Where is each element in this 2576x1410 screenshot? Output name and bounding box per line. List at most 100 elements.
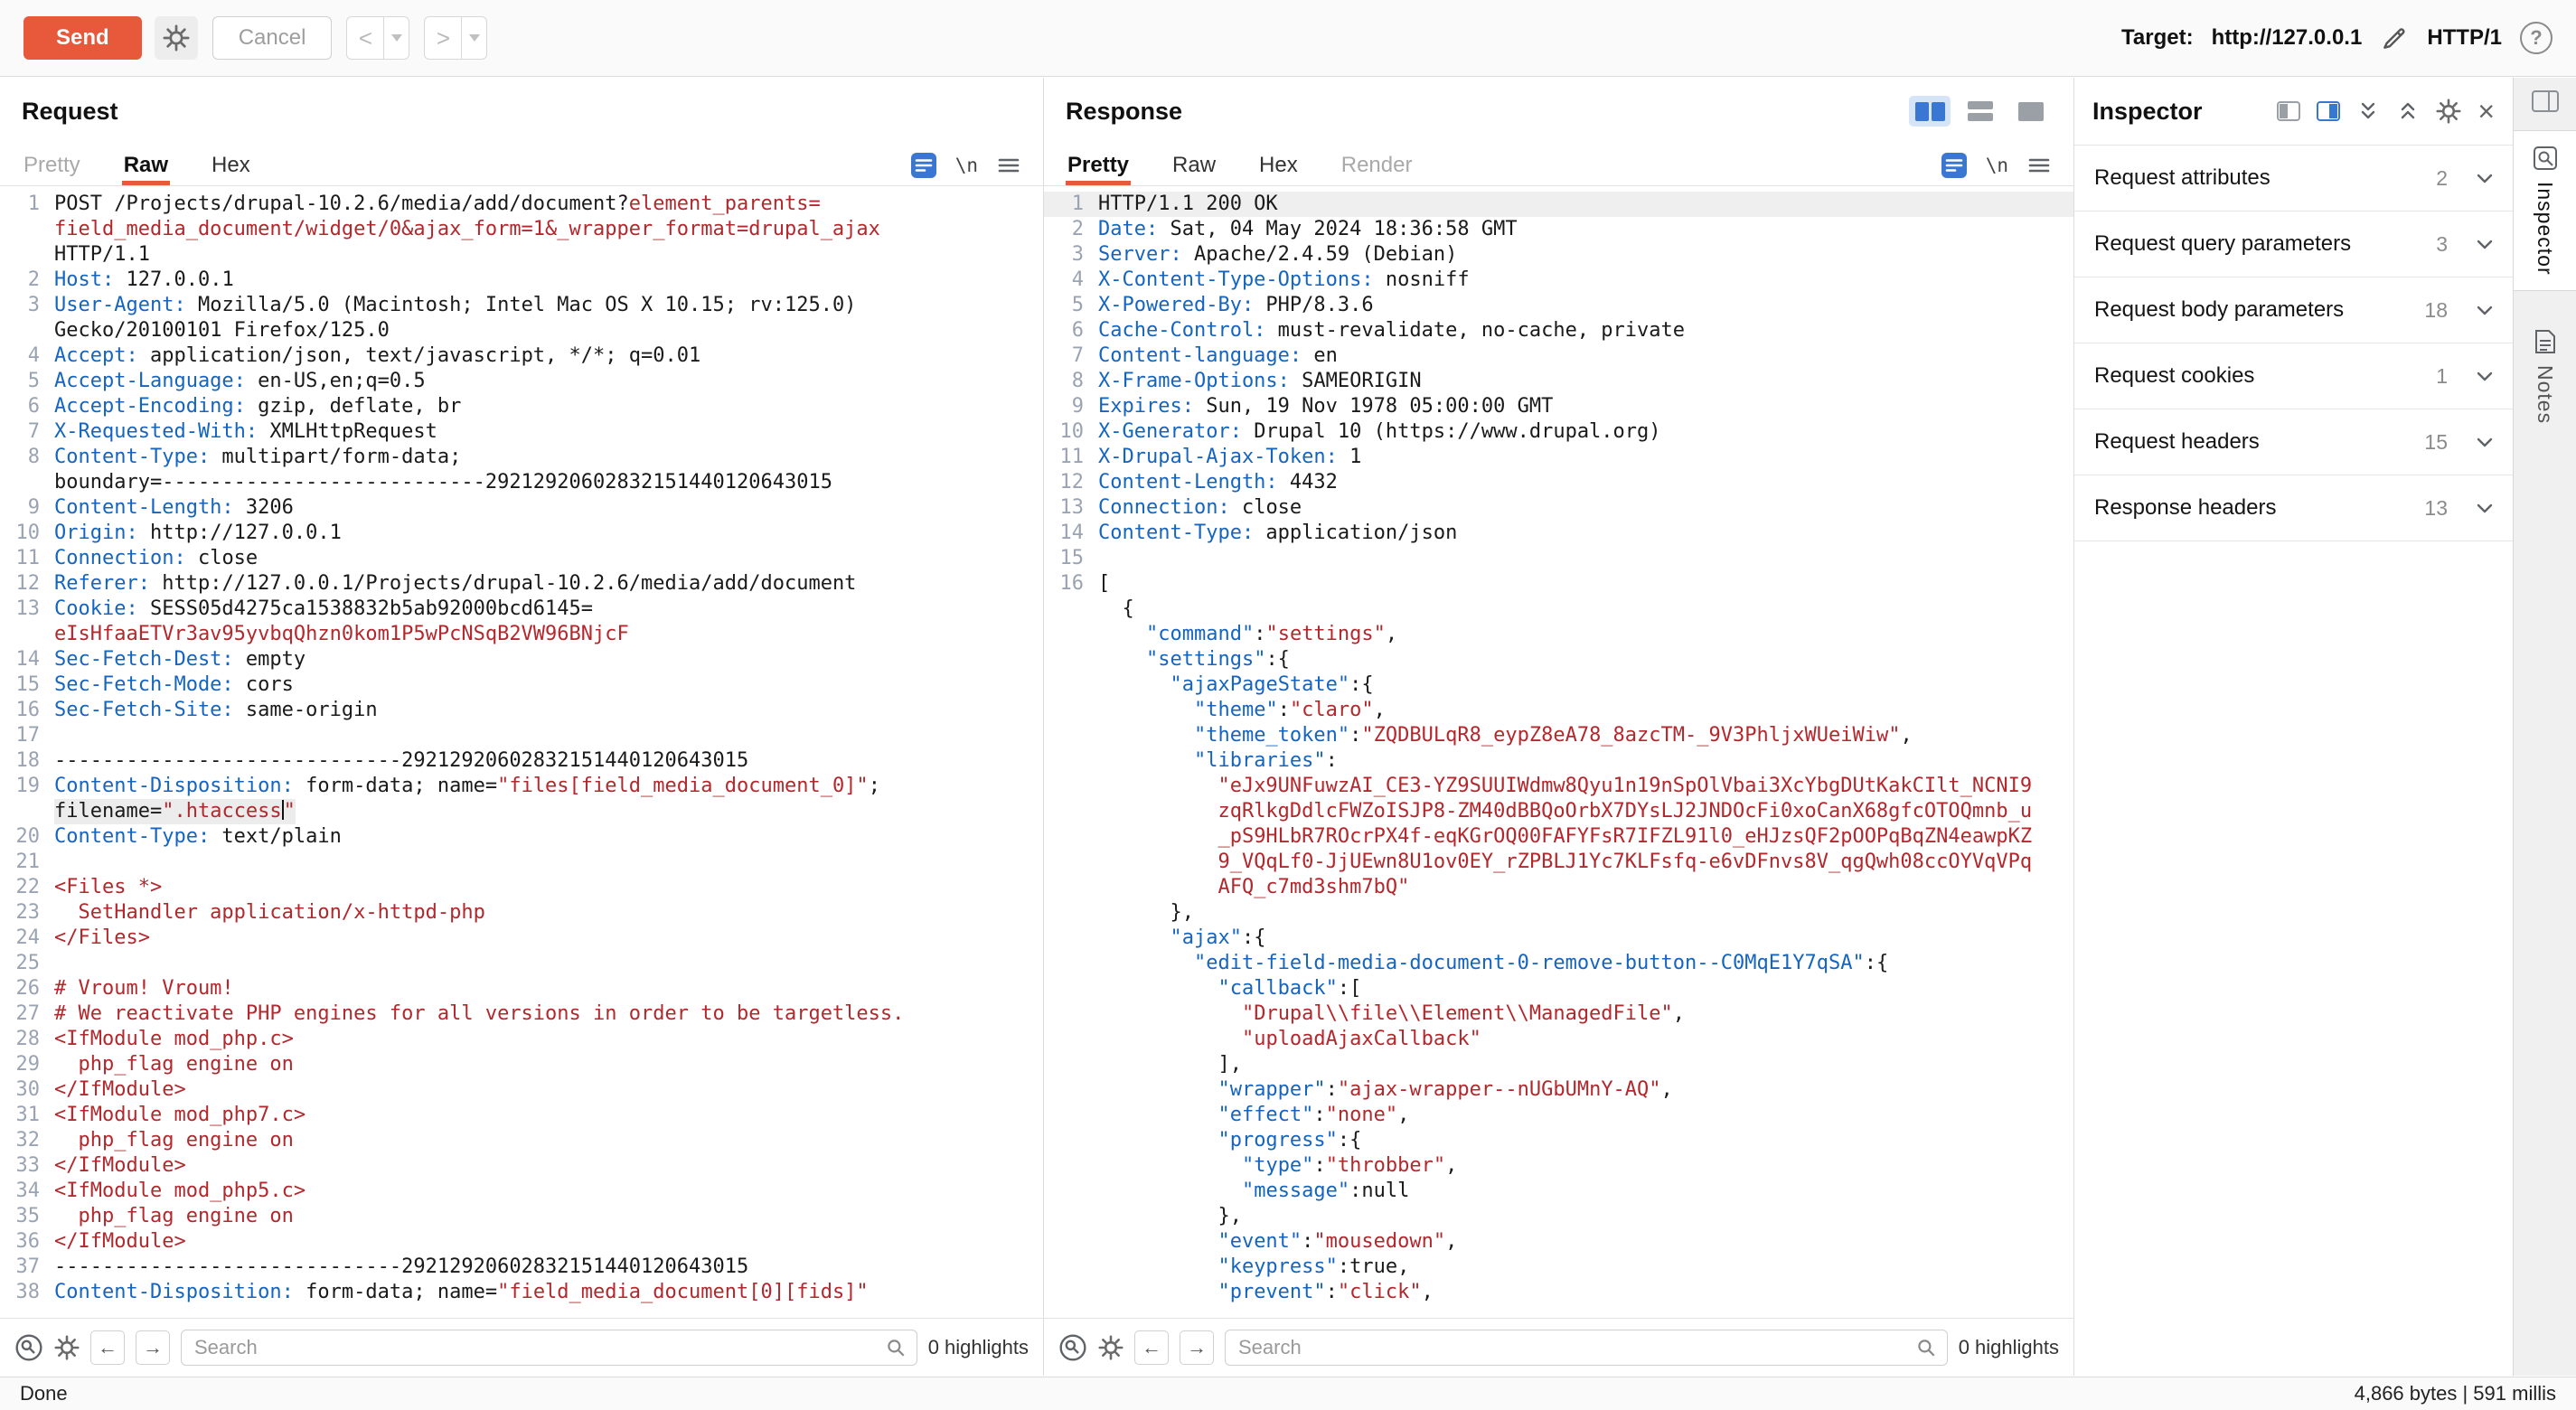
code-line[interactable]: "edit-field-media-document-0-remove-butt… <box>1044 951 2073 976</box>
code-line[interactable]: 9_VQqLf0-JjUEwn8U1ov0EY_rZPBLJ1Yc7KLFsfq… <box>1044 850 2073 875</box>
code-line[interactable]: ], <box>1044 1052 2073 1077</box>
code-line[interactable]: "ajax":{ <box>1044 926 2073 951</box>
code-line[interactable]: 23 SetHandler application/x-httpd-php <box>0 900 1043 926</box>
code-line[interactable]: "keypress":true, <box>1044 1255 2073 1280</box>
code-line[interactable]: 33</IfModule> <box>0 1153 1043 1179</box>
code-line[interactable]: "event":"mousedown", <box>1044 1229 2073 1255</box>
tab-raw[interactable]: Raw <box>1170 145 1217 185</box>
editor-menu-button[interactable] <box>2026 153 2052 178</box>
code-line[interactable]: HTTP/1.1 <box>0 242 1043 268</box>
tab-render[interactable]: Render <box>1340 145 1415 185</box>
inspector-settings-button[interactable] <box>2436 99 2461 124</box>
forward-dropdown-button[interactable] <box>462 16 487 60</box>
code-line[interactable]: field_media_document/widget/0&ajax_form=… <box>0 217 1043 242</box>
code-line[interactable]: "Drupal\\file\\Element\\ManagedFile", <box>1044 1001 2073 1027</box>
code-line[interactable]: 26# Vroum! Vroum! <box>0 976 1043 1001</box>
dock-left-button[interactable] <box>2277 101 2300 121</box>
code-line[interactable]: 5X-Powered-By: PHP/8.3.6 <box>1044 293 2073 318</box>
code-line[interactable]: 5Accept-Language: en-US,en;q=0.5 <box>0 369 1043 394</box>
tab-raw[interactable]: Raw <box>122 145 170 185</box>
code-line[interactable]: 30</IfModule> <box>0 1077 1043 1103</box>
code-line[interactable]: "prevent":"click", <box>1044 1280 2073 1305</box>
code-line[interactable]: 9Content-Length: 3206 <box>0 495 1043 521</box>
inspector-section-request-headers[interactable]: Request headers15 <box>2074 409 2513 475</box>
response-viewer[interactable]: 1HTTP/1.1 200 OK2Date: Sat, 04 May 2024 … <box>1044 186 2073 1318</box>
code-line[interactable]: 6Cache-Control: must-revalidate, no-cach… <box>1044 318 2073 343</box>
search-next-button[interactable]: → <box>1180 1330 1214 1365</box>
inspector-section-response-headers[interactable]: Response headers13 <box>2074 475 2513 541</box>
code-line[interactable]: "command":"settings", <box>1044 622 2073 647</box>
code-line[interactable]: 12Referer: http://127.0.0.1/Projects/dru… <box>0 571 1043 597</box>
code-line[interactable]: 3Server: Apache/2.4.59 (Debian) <box>1044 242 2073 268</box>
code-line[interactable]: 4X-Content-Type-Options: nosniff <box>1044 268 2073 293</box>
dock-right-button[interactable] <box>2317 101 2340 121</box>
word-wrap-toggle[interactable] <box>1941 152 1968 179</box>
code-line[interactable]: "theme":"claro", <box>1044 698 2073 723</box>
inspector-section-request-body-parameters[interactable]: Request body parameters18 <box>2074 277 2513 343</box>
code-line[interactable]: boundary=---------------------------2921… <box>0 470 1043 495</box>
code-line[interactable]: 6Accept-Encoding: gzip, deflate, br <box>0 394 1043 419</box>
tab-pretty[interactable]: Pretty <box>1066 145 1131 185</box>
code-line[interactable]: 37-----------------------------292129206… <box>0 1255 1043 1280</box>
code-line[interactable]: 2Date: Sat, 04 May 2024 18:36:58 GMT <box>1044 217 2073 242</box>
code-line[interactable]: 10Origin: http://127.0.0.1 <box>0 521 1043 546</box>
cancel-button[interactable]: Cancel <box>212 16 333 60</box>
code-line[interactable]: 8Content-Type: multipart/form-data; <box>0 445 1043 470</box>
code-line[interactable]: "message":null <box>1044 1179 2073 1204</box>
code-line[interactable]: zqRlkgDdlcFWZoISJP8-ZM40dBBQoOrbX7DYsLJ2… <box>1044 799 2073 824</box>
search-input[interactable] <box>181 1330 917 1366</box>
code-line[interactable]: 35 php_flag engine on <box>0 1204 1043 1229</box>
code-line[interactable]: 7Content-language: en <box>1044 343 2073 369</box>
code-line[interactable]: 20Content-Type: text/plain <box>0 824 1043 850</box>
code-line[interactable]: 8X-Frame-Options: SAMEORIGIN <box>1044 369 2073 394</box>
panel-dock-icon[interactable] <box>2532 90 2559 112</box>
code-line[interactable]: "settings":{ <box>1044 647 2073 672</box>
code-line[interactable]: 15 <box>1044 546 2073 571</box>
expand-all-button[interactable] <box>2356 99 2380 123</box>
code-line[interactable]: filename=".htaccess" <box>0 799 1043 824</box>
tab-hex[interactable]: Hex <box>1257 145 1300 185</box>
code-line[interactable]: 7X-Requested-With: XMLHttpRequest <box>0 419 1043 445</box>
edit-target-button[interactable] <box>2380 24 2409 52</box>
code-line[interactable]: 14Sec-Fetch-Dest: empty <box>0 647 1043 672</box>
editor-menu-button[interactable] <box>996 153 1021 178</box>
code-line[interactable]: 18-----------------------------292129206… <box>0 748 1043 774</box>
tab-hex[interactable]: Hex <box>210 145 252 185</box>
code-line[interactable]: 2Host: 127.0.0.1 <box>0 268 1043 293</box>
code-line[interactable]: { <box>1044 597 2073 622</box>
code-line[interactable]: 13Cookie: SESS05d4275ca1538832b5ab92000b… <box>0 597 1043 622</box>
code-line[interactable]: Gecko/20100101 Firefox/125.0 <box>0 318 1043 343</box>
code-line[interactable]: "callback":[ <box>1044 976 2073 1001</box>
code-line[interactable]: "wrapper":"ajax-wrapper--nUGbUMnY-AQ", <box>1044 1077 2073 1103</box>
code-line[interactable]: AFQ_c7md3shm7bQ" <box>1044 875 2073 900</box>
code-line[interactable]: eIsHfaaETVr3av95yvbqQhzn0kom1P5wPcNSqB2V… <box>0 622 1043 647</box>
search-options-button[interactable] <box>14 1333 43 1362</box>
show-newlines-toggle[interactable]: \n <box>955 155 978 176</box>
code-line[interactable]: 22<Files *> <box>0 875 1043 900</box>
layout-rows-button[interactable] <box>1960 96 2001 127</box>
search-settings-button[interactable] <box>54 1335 80 1360</box>
search-options-button[interactable] <box>1058 1333 1087 1362</box>
layout-columns-button[interactable] <box>1909 96 1951 127</box>
search-previous-button[interactable]: ← <box>1134 1330 1169 1365</box>
code-line[interactable]: }, <box>1044 900 2073 926</box>
code-line[interactable]: 9Expires: Sun, 19 Nov 1978 05:00:00 GMT <box>1044 394 2073 419</box>
code-line[interactable]: 31<IfModule mod_php7.c> <box>0 1103 1043 1128</box>
code-line[interactable]: 34<IfModule mod_php5.c> <box>0 1179 1043 1204</box>
search-settings-button[interactable] <box>1098 1335 1123 1360</box>
code-line[interactable]: "theme_token":"ZQDBULqR8_eypZ8eA78_8azcT… <box>1044 723 2073 748</box>
code-line[interactable]: 16Sec-Fetch-Site: same-origin <box>0 698 1043 723</box>
code-line[interactable]: 38Content-Disposition: form-data; name="… <box>0 1280 1043 1305</box>
code-line[interactable]: }, <box>1044 1204 2073 1229</box>
inspector-section-request-attributes[interactable]: Request attributes2 <box>2074 146 2513 212</box>
side-tab-notes[interactable]: Notes <box>2514 315 2576 438</box>
code-line[interactable]: 19Content-Disposition: form-data; name="… <box>0 774 1043 799</box>
word-wrap-toggle[interactable] <box>910 152 937 179</box>
code-line[interactable]: 25 <box>0 951 1043 976</box>
send-settings-button[interactable] <box>155 16 198 60</box>
back-dropdown-button[interactable] <box>384 16 409 60</box>
tab-pretty[interactable]: Pretty <box>22 145 82 185</box>
code-line[interactable]: "ajaxPageState":{ <box>1044 672 2073 698</box>
request-editor[interactable]: 1POST /Projects/drupal-10.2.6/media/add/… <box>0 186 1043 1318</box>
side-tab-inspector[interactable]: Inspector <box>2514 130 2576 291</box>
